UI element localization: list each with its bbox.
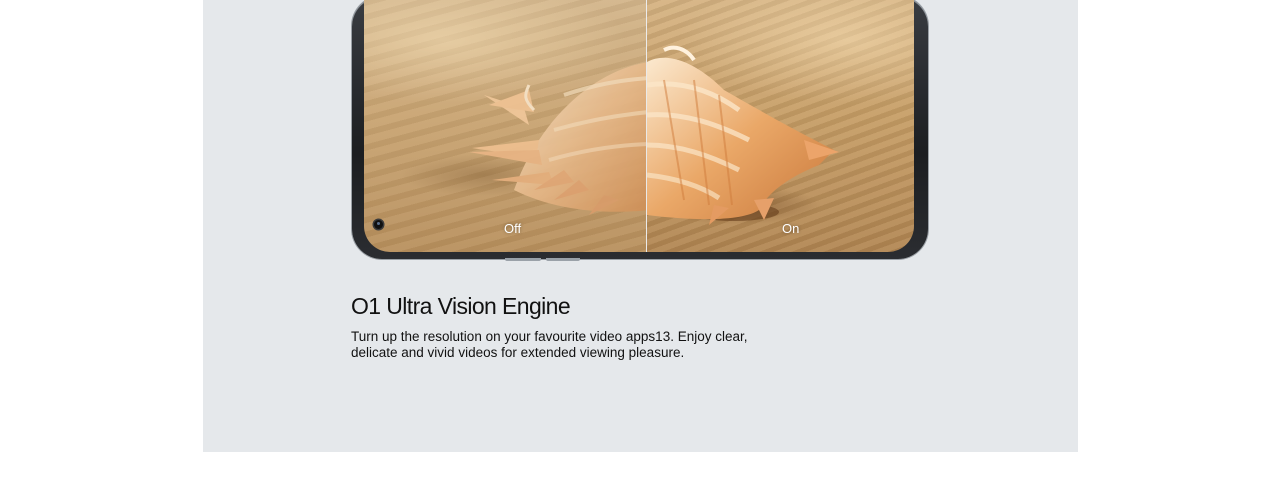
volume-button-right — [546, 258, 580, 261]
label-off: Off — [504, 221, 522, 236]
label-on: On — [782, 221, 800, 236]
feature-description: Turn up the resolution on your favourite… — [351, 329, 748, 360]
feature-title: O1 Ultra Vision Engine — [351, 293, 571, 319]
comparison-image: Off On — [364, 0, 914, 252]
volume-button-left — [505, 258, 541, 261]
front-camera-icon — [374, 220, 383, 229]
seashell-illustration — [469, 45, 839, 225]
comparison-divider[interactable] — [646, 0, 647, 252]
